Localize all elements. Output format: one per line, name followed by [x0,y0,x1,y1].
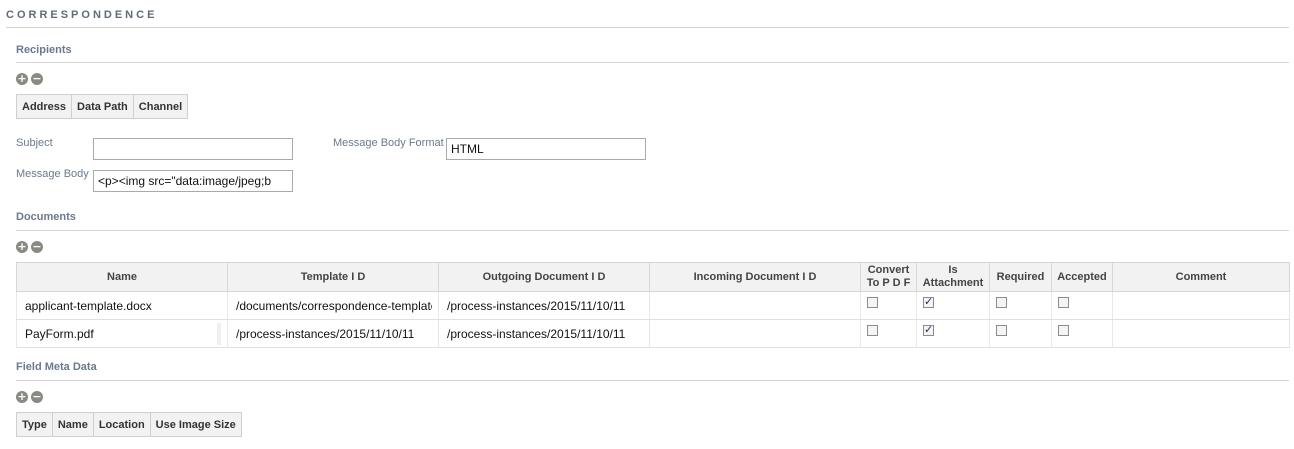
accepted-checkbox[interactable] [1058,325,1069,336]
message-body-label: Message Body [16,168,89,180]
col-incoming-document-id[interactable]: Incoming Document I D [649,262,861,292]
title-divider [6,27,1289,28]
required-checkbox[interactable] [996,325,1007,336]
comment-input[interactable] [1121,294,1283,317]
recipients-divider [16,62,1289,63]
minus-circle-icon[interactable]: − [31,241,43,253]
convert-to-pdf-checkbox[interactable] [867,325,878,336]
field-meta-add-remove: + − [16,391,43,403]
recipients-col-data-path[interactable]: Data Path [72,95,134,118]
required-checkbox[interactable] [996,297,1007,308]
col-convert-line1: Convert [867,264,910,276]
col-required[interactable]: Required [989,262,1052,292]
col-is-attachment[interactable]: Is Attachment [916,262,990,292]
page-title: CORRESPONDENCE [6,9,158,21]
documents-divider [16,230,1289,231]
incoming-id-input[interactable] [658,322,854,345]
documents-add-remove: + − [16,241,43,253]
col-template-id[interactable]: Template I D [227,262,439,292]
document-name-input[interactable]: applicant-template.docx [25,294,221,317]
outgoing-id-input[interactable]: /process-instances/2015/11/10/11 [447,294,643,317]
template-id-input[interactable]: /documents/correspondence-template [236,294,432,317]
documents-table: Name Template I D Outgoing Document I D … [16,262,1290,348]
col-attach-line2: Attachment [922,277,984,289]
is-attachment-checkbox[interactable] [923,323,934,336]
col-attach-line1: Is [948,264,958,276]
field-meta-col-location[interactable]: Location [94,413,151,436]
recipients-table-header: Address Data Path Channel [16,94,189,119]
col-name[interactable]: Name [16,262,228,292]
col-outgoing-document-id[interactable]: Outgoing Document I D [438,262,650,292]
minus-circle-icon[interactable]: − [31,73,43,85]
message-body-format-label: Message Body Format [333,137,444,149]
message-body-input[interactable]: <p><img src="data:image/jpeg;b [93,170,293,192]
convert-to-pdf-checkbox[interactable] [867,297,878,308]
field-meta-col-use-image-size[interactable]: Use Image Size [151,413,241,436]
plus-circle-icon[interactable]: + [16,241,28,253]
outgoing-id-input[interactable]: /process-instances/2015/11/10/11 [447,322,643,345]
recipients-col-channel[interactable]: Channel [134,95,187,118]
message-body-format-input[interactable]: HTML [446,138,646,160]
field-meta-divider [16,380,1289,381]
document-name-input[interactable]: PayForm.pdf [25,322,221,345]
plus-circle-icon[interactable]: + [16,73,28,85]
incoming-id-input[interactable] [658,294,854,317]
minus-circle-icon[interactable]: − [31,391,43,403]
field-meta-section-title: Field Meta Data [16,361,97,373]
recipients-add-remove: + − [16,73,43,85]
comment-input[interactable] [1121,322,1283,345]
subject-label: Subject [16,137,53,149]
col-convert-to-pdf[interactable]: Convert To P D F [860,262,917,292]
is-attachment-checkbox[interactable] [923,295,934,308]
col-comment[interactable]: Comment [1112,262,1290,292]
template-id-input[interactable]: /process-instances/2015/11/10/11 [236,322,432,345]
table-row: applicant-template.docx /documents/corre… [16,291,1290,320]
field-meta-table-header: Type Name Location Use Image Size [16,412,242,437]
field-meta-col-name[interactable]: Name [53,413,94,436]
table-row: PayForm.pdf /process-instances/2015/11/1… [16,319,1290,348]
field-meta-col-type[interactable]: Type [17,413,53,436]
subject-input[interactable] [93,138,293,160]
recipients-col-address[interactable]: Address [17,95,73,118]
documents-header-row: Name Template I D Outgoing Document I D … [16,262,1290,292]
col-accepted[interactable]: Accepted [1051,262,1113,292]
col-convert-line2: To P D F [866,277,911,289]
accepted-checkbox[interactable] [1058,297,1069,308]
plus-circle-icon[interactable]: + [16,391,28,403]
documents-section-title: Documents [16,211,76,223]
recipients-section-title: Recipients [16,44,72,56]
